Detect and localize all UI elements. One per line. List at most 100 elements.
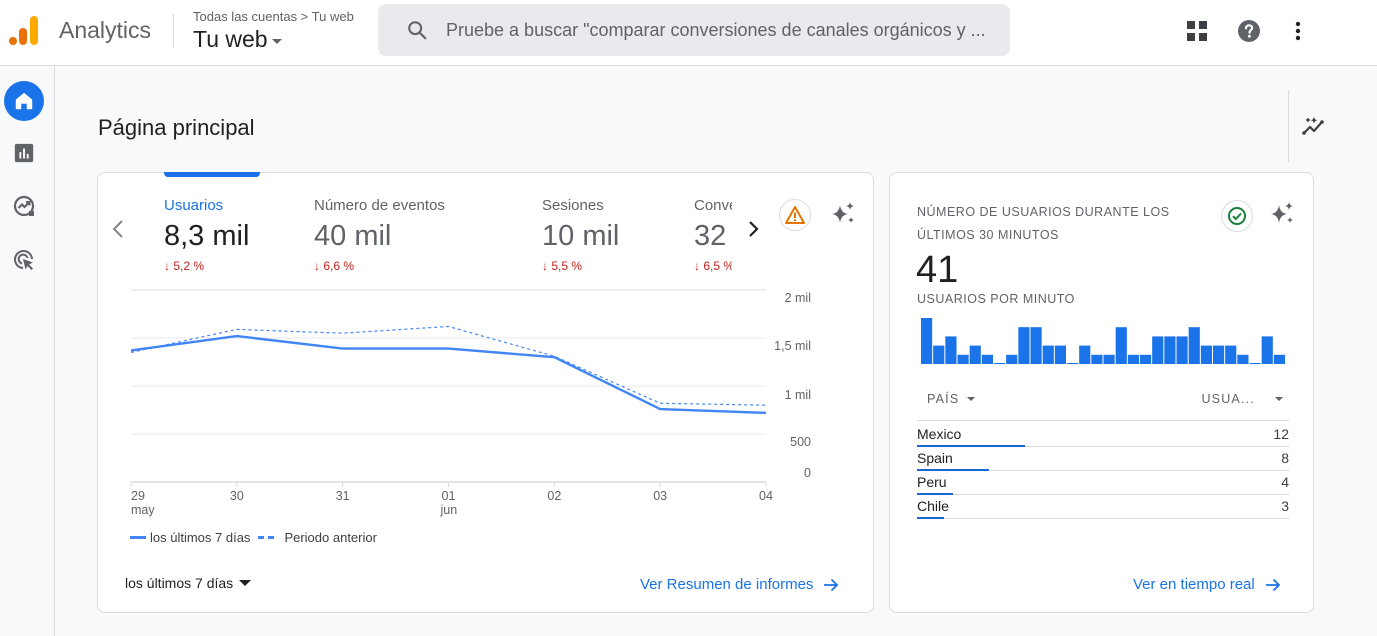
view-reports-snapshot-link[interactable]: Ver Resumen de informes: [640, 576, 839, 593]
country-name: Chile: [917, 498, 949, 514]
link-label: Ver en tiempo real: [1133, 576, 1255, 593]
metric-delta-value: 6,5 %: [703, 259, 732, 273]
table-row[interactable]: Spain 8: [917, 447, 1289, 471]
x-tick-label: 02: [547, 489, 561, 503]
minute-bar[interactable]: [1115, 327, 1127, 364]
minute-bar[interactable]: [921, 318, 933, 364]
column-label: PAÍS: [927, 392, 960, 406]
minute-bar[interactable]: [1091, 354, 1103, 364]
help-button[interactable]: [1236, 18, 1262, 44]
metric-label: Conversiones: [694, 197, 732, 214]
metric-tab-conversions[interactable]: Conversiones 32 ↓ 6,5 %: [694, 197, 732, 273]
metric-label: Sesiones: [542, 197, 604, 214]
users-column-header[interactable]: USUA...: [1201, 392, 1289, 406]
breadcrumb[interactable]: Todas las cuentas > Tu web: [193, 9, 354, 24]
minute-bar[interactable]: [1067, 363, 1079, 364]
country-users: 8: [1281, 450, 1289, 466]
minute-bar[interactable]: [1261, 336, 1273, 364]
sparkle-icon[interactable]: [1268, 200, 1296, 228]
minute-bar[interactable]: [1164, 336, 1176, 364]
minute-bar[interactable]: [1225, 345, 1237, 364]
country-name: Mexico: [917, 426, 962, 442]
divider: [173, 14, 174, 48]
minute-bar[interactable]: [1079, 345, 1091, 364]
date-range-selector[interactable]: los últimos 7 días: [125, 575, 252, 591]
metric-tab-users[interactable]: Usuarios 8,3 mil ↓ 5,2 %: [164, 197, 249, 273]
help-icon: [1238, 20, 1260, 42]
y-tick-label: 1,5 mil: [774, 339, 811, 353]
minute-bar[interactable]: [1249, 363, 1261, 364]
arrow-right-icon: [1265, 578, 1281, 591]
country-column-header[interactable]: PAÍS: [927, 392, 976, 406]
minute-bar[interactable]: [1152, 336, 1164, 364]
chart-legend: los últimos 7 días Periodo anterior: [130, 530, 377, 545]
caret-down-icon: [271, 38, 282, 44]
minute-bar[interactable]: [1042, 345, 1054, 364]
y-tick-label: 500: [790, 435, 811, 449]
insights-icon[interactable]: [1300, 113, 1328, 141]
property-selector[interactable]: Tu web: [193, 26, 282, 53]
search-bar[interactable]: [378, 4, 1010, 56]
minute-bar[interactable]: [1176, 336, 1188, 364]
metric-value: 8,3 mil: [164, 220, 250, 252]
table-row[interactable]: Mexico 12: [917, 423, 1289, 447]
table-row[interactable]: Peru 4: [917, 471, 1289, 495]
realtime-users-value: 41: [916, 249, 959, 291]
minute-bar[interactable]: [981, 354, 993, 364]
link-label: Ver Resumen de informes: [640, 576, 814, 593]
metric-tab-events[interactable]: Número de eventos 40 mil ↓ 6,6 %: [314, 197, 445, 273]
table-row[interactable]: Chile 3: [917, 495, 1289, 519]
x-tick-label: 03: [653, 489, 667, 503]
sidebar-item-advertising[interactable]: [4, 240, 44, 280]
status-ok-button[interactable]: [1221, 200, 1253, 232]
x-tick-label: 29: [131, 489, 145, 503]
minute-bar[interactable]: [933, 345, 945, 364]
sidebar-item-home[interactable]: [4, 81, 44, 121]
country-users: 12: [1273, 426, 1289, 442]
minute-bar[interactable]: [1127, 354, 1139, 364]
metric-tab-sessions[interactable]: Sesiones 10 mil ↓ 5,5 %: [542, 197, 619, 273]
minute-bar[interactable]: [1018, 327, 1030, 364]
realtime-card: Número de usuarios durante los últimos 3…: [889, 172, 1314, 613]
minute-bar[interactable]: [1213, 345, 1225, 364]
chevron-right-icon[interactable]: [746, 217, 762, 241]
minute-bar[interactable]: [1030, 327, 1042, 364]
sidebar-item-reports[interactable]: [4, 133, 44, 173]
search-icon: [408, 21, 427, 40]
per-minute-label: Usuarios por minuto: [917, 292, 1075, 306]
minute-bar[interactable]: [969, 345, 981, 364]
minute-bar[interactable]: [994, 363, 1006, 364]
x-tick-label: 30: [230, 489, 244, 503]
minute-bar[interactable]: [1103, 354, 1115, 364]
minute-bar[interactable]: [1054, 345, 1066, 364]
more-options-button[interactable]: [1285, 18, 1311, 44]
x-tick-label: 31: [336, 489, 350, 503]
minute-bar[interactable]: [1200, 345, 1212, 364]
metric-tabs: Usuarios 8,3 mil ↓ 5,2 % Número de event…: [164, 197, 732, 283]
ads-click-icon: [14, 250, 33, 270]
country-share-bar: [917, 517, 944, 519]
y-tick-label: 1 mil: [785, 388, 811, 402]
minute-bar[interactable]: [1006, 354, 1018, 364]
minute-bar[interactable]: [1140, 354, 1152, 364]
date-range-label: los últimos 7 días: [125, 575, 234, 591]
metric-delta: ↓ 6,5 %: [694, 259, 732, 273]
metric-label: Usuarios: [164, 197, 224, 214]
search-input[interactable]: [446, 19, 1006, 41]
view-realtime-link[interactable]: Ver en tiempo real: [1133, 576, 1281, 593]
apps-grid-button[interactable]: [1184, 18, 1210, 44]
realtime-title: Número de usuarios durante los últimos 3…: [917, 205, 1170, 242]
sidebar-item-explore[interactable]: [4, 186, 44, 226]
warning-icon: [785, 206, 805, 224]
minute-bar[interactable]: [945, 336, 957, 364]
metric-delta-value: 5,5 %: [551, 259, 583, 273]
chevron-left-icon[interactable]: [110, 217, 126, 241]
users-per-minute-chart: [921, 318, 1285, 364]
minute-bar[interactable]: [1273, 354, 1285, 364]
minute-bar[interactable]: [1237, 354, 1249, 364]
minute-bar[interactable]: [1188, 327, 1200, 364]
caret-down-icon: [239, 580, 252, 586]
anomaly-warning-button[interactable]: [779, 199, 811, 231]
minute-bar[interactable]: [957, 354, 969, 364]
sparkle-icon[interactable]: [829, 200, 857, 228]
